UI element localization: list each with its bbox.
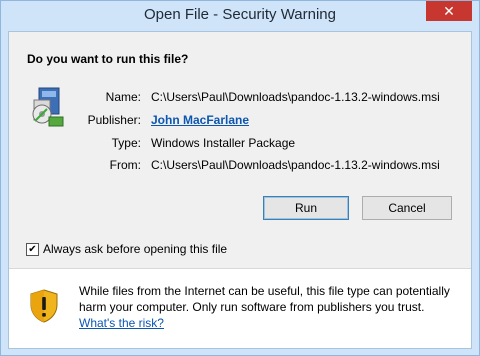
dialog-window: Open File - Security Warning ✕ Do you wa… [0,0,480,356]
close-button[interactable]: ✕ [426,1,472,21]
warning-text: While files from the Internet can be use… [79,283,459,331]
file-name-value: C:\Users\Paul\Downloads\pandoc-1.13.2-wi… [151,90,440,104]
name-label: Name: [105,90,141,104]
title-bar[interactable]: Open File - Security Warning ✕ [1,1,479,31]
publisher-link[interactable]: John MacFarlane [151,113,249,127]
always-ask-checkbox[interactable]: ✔ [26,243,39,256]
type-label: Type: [111,136,141,150]
shield-warning-icon [30,289,58,323]
warning-panel: While files from the Internet can be use… [9,269,471,348]
whats-the-risk-link[interactable]: What's the risk? [79,316,164,330]
file-source-value: C:\Users\Paul\Downloads\pandoc-1.13.2-wi… [151,158,440,172]
dialog-question: Do you want to run this file? [27,52,189,66]
from-label: From: [109,158,141,172]
window-title: Open File - Security Warning [143,6,336,23]
always-ask-label[interactable]: Always ask before opening this file [43,242,227,256]
file-type-value: Windows Installer Package [151,136,296,150]
cancel-button[interactable]: Cancel [362,196,452,220]
windows-installer-icon [32,87,64,127]
run-button[interactable]: Run [263,196,349,220]
publisher-label: Publisher: [87,113,141,127]
dialog-body: Do you want to run this file? Name: C:\U… [8,31,472,349]
warning-message: While files from the Internet can be use… [79,284,450,314]
